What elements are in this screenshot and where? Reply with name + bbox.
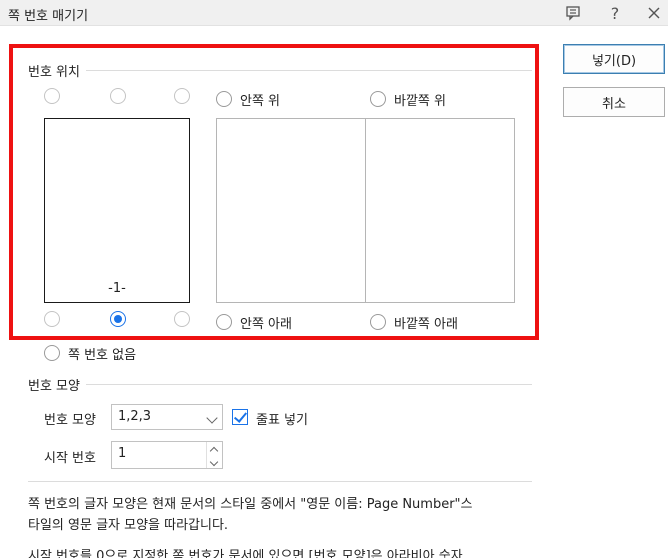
shape-group-separator bbox=[28, 384, 532, 385]
start-number-label: 시작 번호 bbox=[44, 451, 96, 466]
window-title: 쪽 번호 매기기 bbox=[8, 9, 89, 24]
include-mark-label: 줄표 넣기 bbox=[256, 413, 308, 428]
single-page-preview: -1- bbox=[44, 118, 190, 303]
shape-select-value: 1,2,3 bbox=[118, 409, 152, 424]
radio-inside-bottom[interactable] bbox=[216, 314, 232, 330]
spin-down-icon[interactable] bbox=[209, 457, 219, 467]
spinner-arrows[interactable] bbox=[206, 442, 222, 468]
title-bar: 쪽 번호 매기기 ? bbox=[0, 0, 668, 26]
insert-button[interactable]: 넣기(D) bbox=[563, 44, 665, 74]
spin-up-icon[interactable] bbox=[209, 446, 219, 456]
comment-icon[interactable] bbox=[562, 2, 584, 24]
radio-no-page-number[interactable] bbox=[44, 345, 60, 361]
chevron-down-icon bbox=[206, 412, 218, 424]
shape-label: 번호 모양 bbox=[44, 413, 96, 428]
description-separator bbox=[28, 481, 532, 482]
description-line-3: 시작 번호를 0으로 지정한 쪽 번호가 문서에 있으면 [번호 모양]은 아라… bbox=[28, 549, 463, 558]
radio-top-right[interactable] bbox=[174, 88, 190, 104]
radio-top-left[interactable] bbox=[44, 88, 60, 104]
help-icon[interactable]: ? bbox=[604, 2, 626, 24]
outside-bottom-label: 바깥쪽 아래 bbox=[394, 317, 458, 332]
radio-bottom-left[interactable] bbox=[44, 311, 60, 327]
preview-page-number: -1- bbox=[108, 281, 126, 296]
radio-bottom-right[interactable] bbox=[174, 311, 190, 327]
radio-bottom-center[interactable] bbox=[110, 311, 126, 327]
position-group-separator bbox=[28, 70, 532, 71]
radio-outside-bottom[interactable] bbox=[370, 314, 386, 330]
close-icon[interactable] bbox=[643, 2, 665, 24]
left-page-preview bbox=[216, 118, 366, 303]
no-page-number-label: 쪽 번호 없음 bbox=[68, 348, 137, 363]
cancel-button[interactable]: 취소 bbox=[563, 87, 665, 117]
start-number-value: 1 bbox=[118, 446, 127, 461]
start-number-spinner[interactable]: 1 bbox=[111, 441, 223, 469]
outside-top-label: 바깥쪽 위 bbox=[394, 94, 446, 109]
shape-group-title: 번호 모양 bbox=[28, 375, 86, 394]
right-page-preview bbox=[365, 118, 515, 303]
radio-top-center[interactable] bbox=[110, 88, 126, 104]
position-group-title: 번호 위치 bbox=[28, 61, 86, 80]
description-line-1: 쪽 번호의 글자 모양은 현재 문서의 스타일 중에서 "영문 이름: Page… bbox=[28, 497, 473, 512]
radio-inside-top[interactable] bbox=[216, 91, 232, 107]
radio-outside-top[interactable] bbox=[370, 91, 386, 107]
include-mark-checkbox[interactable] bbox=[232, 409, 248, 425]
inside-top-label: 안쪽 위 bbox=[240, 94, 281, 109]
inside-bottom-label: 안쪽 아래 bbox=[240, 317, 292, 332]
description-line-2: 타일의 영문 글자 모양을 따라갑니다. bbox=[28, 518, 229, 533]
shape-select[interactable]: 1,2,3 bbox=[111, 404, 223, 430]
